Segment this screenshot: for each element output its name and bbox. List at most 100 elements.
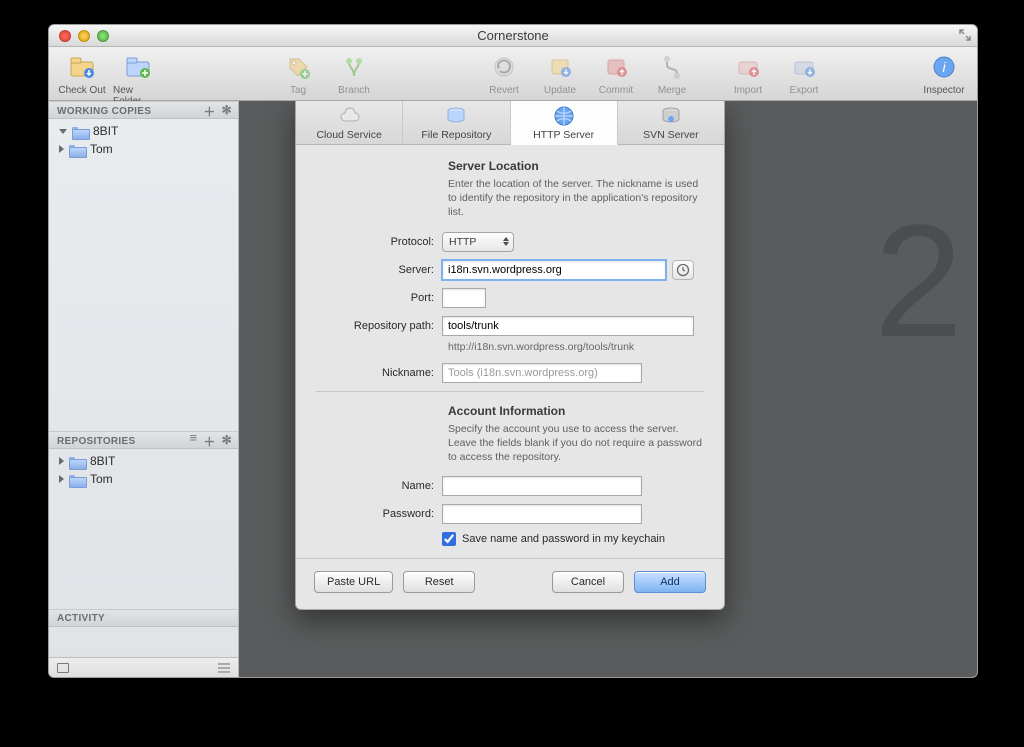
import-button[interactable]: Import <box>723 51 773 96</box>
tag-icon <box>282 51 314 83</box>
activity-title: ACTIVITY <box>57 613 105 624</box>
titlebar: Cornerstone <box>49 25 977 47</box>
sidebar-item-label: 8BIT <box>93 124 118 138</box>
merge-icon <box>656 51 688 83</box>
activity-header: ACTIVITY <box>49 609 238 627</box>
statusbar-menu-icon[interactable] <box>218 663 230 673</box>
commit-label: Commit <box>599 85 633 96</box>
folder-icon <box>69 455 85 468</box>
tab-svn-server[interactable]: SVN Server <box>618 101 724 144</box>
merge-button[interactable]: Merge <box>647 51 697 96</box>
statusbar-box-icon[interactable] <box>57 663 69 673</box>
inspector-label: Inspector <box>923 85 964 96</box>
account-name-input[interactable] <box>442 476 642 496</box>
export-button[interactable]: Export <box>779 51 829 96</box>
reset-button[interactable]: Reset <box>403 571 475 593</box>
sidebar-item-8bit-wc[interactable]: 8BIT <box>49 122 238 140</box>
working-copies-header: WORKING COPIES ＋ ✻ <box>49 101 238 119</box>
clock-icon <box>676 263 690 277</box>
checkout-label: Check Out <box>58 85 105 96</box>
checkout-button[interactable]: Check Out <box>57 51 107 107</box>
export-label: Export <box>790 85 819 96</box>
sidebar-item-tom-repo[interactable]: Tom <box>49 470 238 488</box>
tab-http-server[interactable]: HTTP Server <box>511 101 618 145</box>
branch-button[interactable]: Branch <box>329 51 379 96</box>
sidebar-item-label: 8BIT <box>90 454 115 468</box>
revert-icon <box>488 51 520 83</box>
protocol-label: Protocol: <box>316 236 442 248</box>
save-keychain-label: Save name and password in my keychain <box>462 533 665 545</box>
server-label: Server: <box>316 264 442 276</box>
sidebar-item-8bit-repo[interactable]: 8BIT <box>49 452 238 470</box>
tab-label: Cloud Service <box>316 129 381 141</box>
toolbar: Check Out New Folder Tag Branch Revert <box>49 47 977 101</box>
url-preview: http://i18n.svn.wordpress.org/tools/trun… <box>448 341 704 353</box>
update-icon <box>544 51 576 83</box>
add-button[interactable]: Add <box>634 571 706 593</box>
fullscreen-icon[interactable] <box>959 29 971 41</box>
sidebar: WORKING COPIES ＋ ✻ 8BIT Tom <box>49 101 239 677</box>
server-drive-icon <box>660 105 682 127</box>
commit-icon <box>600 51 632 83</box>
import-icon <box>732 51 764 83</box>
export-icon <box>788 51 820 83</box>
server-location-desc: Enter the location of the server. The ni… <box>448 177 704 220</box>
import-label: Import <box>734 85 762 96</box>
update-button[interactable]: Update <box>535 51 585 96</box>
account-password-label: Password: <box>316 508 442 520</box>
connection-type-tabs: Cloud Service File Repository HTTP Serve… <box>296 101 724 145</box>
disclosure-right-icon[interactable] <box>59 475 64 483</box>
checkout-icon <box>66 51 98 83</box>
cancel-button[interactable]: Cancel <box>552 571 624 593</box>
working-copy-settings-icon[interactable]: ✻ <box>222 103 232 120</box>
tab-label: File Repository <box>421 129 491 141</box>
sheet-button-bar: Paste URL Reset Cancel Add <box>296 558 724 609</box>
branch-label: Branch <box>338 85 370 96</box>
select-arrows-icon <box>503 237 509 246</box>
working-copies-tree: 8BIT Tom <box>49 119 238 431</box>
tag-button[interactable]: Tag <box>273 51 323 96</box>
commit-button[interactable]: Commit <box>591 51 641 96</box>
inspector-button[interactable]: i Inspector <box>919 51 969 96</box>
activity-pane <box>49 627 238 657</box>
new-folder-button[interactable]: New Folder <box>113 51 163 107</box>
folder-icon <box>72 125 88 138</box>
nickname-input[interactable] <box>442 363 642 383</box>
repository-settings-icon[interactable]: ✻ <box>222 433 232 450</box>
tab-cloud-service[interactable]: Cloud Service <box>296 101 403 144</box>
tab-file-repository[interactable]: File Repository <box>403 101 510 144</box>
working-copies-title: WORKING COPIES <box>57 106 151 117</box>
save-keychain-checkbox[interactable] <box>442 532 456 546</box>
window-title: Cornerstone <box>49 28 977 43</box>
port-input[interactable] <box>442 288 486 308</box>
section-separator <box>316 391 704 392</box>
port-label: Port: <box>316 292 442 304</box>
sidebar-item-tom-wc[interactable]: Tom <box>49 140 238 158</box>
paste-url-button[interactable]: Paste URL <box>314 571 393 593</box>
account-password-input[interactable] <box>442 504 642 524</box>
content-area: 2 Cloud Service File Repository HTTP Ser… <box>239 101 977 677</box>
tab-label: HTTP Server <box>533 129 594 141</box>
new-folder-icon <box>122 51 154 83</box>
branch-icon <box>338 51 370 83</box>
revert-button[interactable]: Revert <box>479 51 529 96</box>
disclosure-right-icon[interactable] <box>59 457 64 465</box>
account-info-desc: Specify the account you use to access th… <box>448 422 704 465</box>
disclosure-right-icon[interactable] <box>59 145 64 153</box>
cloud-icon <box>338 105 360 127</box>
server-input[interactable] <box>442 260 666 280</box>
add-repository-icon[interactable]: ＋ <box>203 433 215 450</box>
protocol-select[interactable]: HTTP <box>442 232 514 252</box>
server-location-title: Server Location <box>448 159 704 173</box>
repositories-extra-icon[interactable]: ≡ <box>189 433 197 450</box>
account-info-title: Account Information <box>448 404 704 418</box>
server-history-button[interactable] <box>672 260 694 280</box>
repo-path-input[interactable] <box>442 316 694 336</box>
merge-label: Merge <box>658 85 686 96</box>
repositories-tree: 8BIT Tom <box>49 449 238 609</box>
repositories-title: REPOSITORIES <box>57 436 135 447</box>
sidebar-item-label: Tom <box>90 142 113 156</box>
sidebar-statusbar <box>49 657 238 677</box>
add-working-copy-icon[interactable]: ＋ <box>203 103 215 120</box>
disclosure-down-icon[interactable] <box>59 129 67 134</box>
